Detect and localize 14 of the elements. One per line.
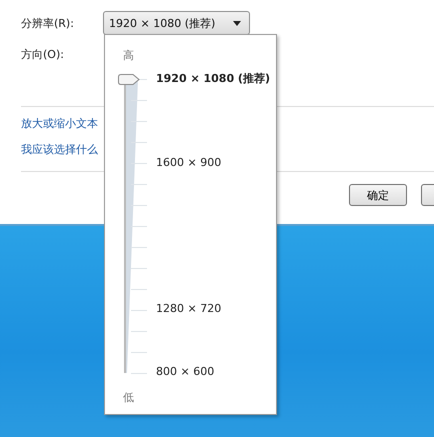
resolution-option[interactable]: 1280 × 720 [156, 302, 222, 316]
resolution-option[interactable]: 1600 × 900 [156, 156, 222, 170]
resolution-dropdown[interactable]: 1920 × 1080 (推荐) [103, 11, 250, 35]
caret-icon [233, 20, 241, 26]
high-label: 高 [123, 48, 134, 63]
resolution-label: 分辨率(R): [21, 16, 75, 30]
low-label: 低 [123, 390, 134, 405]
slider-thumb[interactable] [118, 74, 140, 85]
resolution-option[interactable]: 1920 × 1080 (推荐) [156, 71, 270, 86]
help-link[interactable]: 我应该选择什么 [21, 142, 434, 157]
resolution-option[interactable]: 800 × 600 [156, 365, 214, 378]
help-link[interactable]: 放大或缩小文本 [21, 116, 434, 131]
orientation-label: 方向(O): [21, 47, 65, 62]
ok-button[interactable]: 确定 [349, 184, 407, 206]
